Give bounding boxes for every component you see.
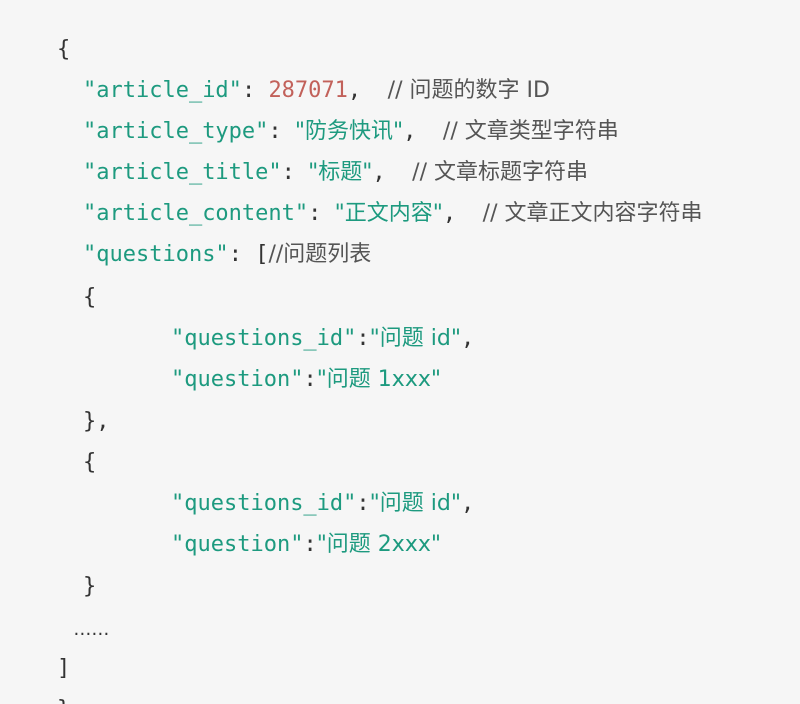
code-line-item1-close: }, (0, 377, 110, 434)
code-line-article-title: "article_title": "标题", // 文章标题字符串 (0, 128, 588, 185)
key-question: "question" (170, 367, 304, 392)
code-line-close-bracket: ] (4, 624, 70, 681)
code-line-item2-questions-id: "questions_id":"问题 id", (0, 459, 474, 516)
comma: , (460, 491, 475, 516)
comma: , (460, 326, 475, 351)
json-code-block: { "article_id": 287071, // 问题的数字 ID "art… (0, 0, 800, 704)
code-line-ellipsis: …… (0, 585, 109, 640)
code-line-questions: "questions": [//问题列表 (0, 210, 371, 267)
separator: : (303, 367, 317, 392)
code-line-item2-open: { (0, 418, 96, 475)
code-line-article-content: "article_content": "正文内容", // 文章正文内容字符串 (0, 169, 703, 226)
code-line-article-type: "article_type": "防务快讯", // 文章类型字符串 (0, 87, 619, 144)
value-question: "问题 1xxx" (316, 367, 441, 392)
key-questions: "questions" (82, 242, 229, 267)
code-line-article-id: "article_id": 287071, // 问题的数字 ID (0, 46, 550, 103)
code-line-open-brace: { (4, 5, 70, 62)
close-brace: } (57, 697, 70, 704)
code-line-item1-question: "question":"问题 1xxx" (0, 335, 441, 392)
comment-article-content: // 文章正文内容字符串 (482, 201, 703, 226)
code-line-item1-open: { (0, 253, 96, 310)
code-line-item2-close: } (0, 542, 96, 599)
comment-questions: //问题列表 (268, 242, 372, 267)
comma: , (442, 201, 483, 226)
separator: : (303, 532, 317, 557)
code-line-item2-question: "question":"问题 2xxx" (0, 500, 441, 557)
code-line-item1-questions-id: "questions_id":"问题 id", (0, 294, 474, 351)
code-line-close-brace: } (4, 665, 70, 704)
open-bracket: [ (255, 242, 269, 267)
value-question: "问题 2xxx" (316, 532, 441, 557)
key-question: "question" (170, 532, 304, 557)
separator: : (228, 242, 256, 267)
ellipsis: …… (73, 619, 110, 640)
